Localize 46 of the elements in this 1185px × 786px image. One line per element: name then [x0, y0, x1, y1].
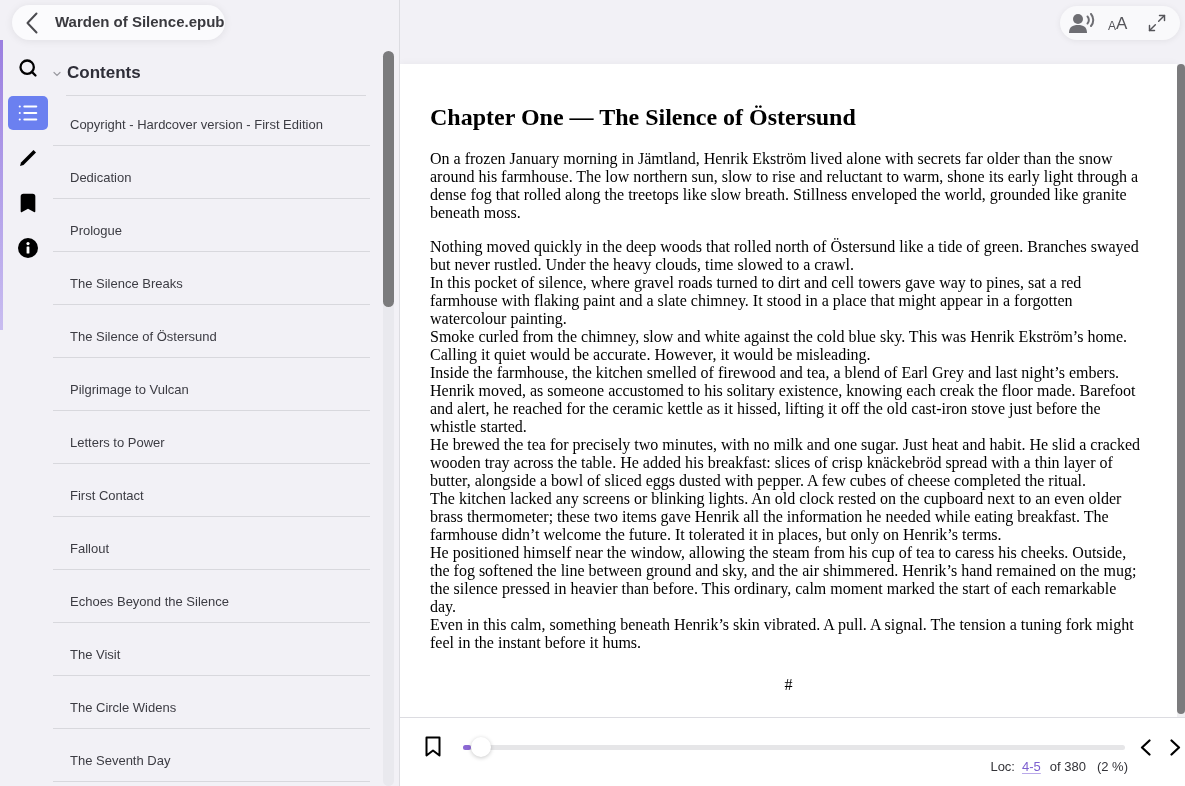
chevron-left-icon [26, 11, 38, 34]
paragraph: Even in this calm, something beneath Henrik’s skin vibrated. A pull. A signal. The tension a tuning fork might feel in the instant before it hums. [430, 616, 1135, 652]
toc-item[interactable]: The Silence Breaks [53, 252, 370, 305]
paragraph: He brewed the tea for precisely two minutes, with no milk and one sugar. Just heat and habit. He slid a cracked wooden tray across the table. He added his breakfast: slices of crisp knäckebröd spread with a thin layer of butter, alongside a bowl of sliced eggs dusted with pepper. A few cubes of cheese completed the ritual. [430, 436, 1141, 490]
paragraph: The kitchen lacked any screens or blinking lights. An old clock rested on the cupboard next to an even older brass thermometer; these two items gave Henrik all the information he needed while eating breakfast. The farmhouse didn’t welcome the future. It tolerated it in places, but only on Henrik’s terms. [430, 490, 1123, 544]
contents-button[interactable] [8, 96, 48, 130]
next-page-button[interactable] [1167, 737, 1183, 757]
font-size-button[interactable]: AA [1105, 10, 1131, 36]
location-total: of 380 [1049, 759, 1086, 775]
toc-item[interactable]: Letters to Power [53, 411, 370, 464]
paragraph: Nothing moved quickly in the deep woods that rolled north of Östersund like a tide of green. Branches swayed but never rustled. Under the heavy clouds, time slowed to a crawl. [430, 238, 1140, 274]
paragraph: Inside the farmhouse, the kitchen smelled of firewood and tea, a blend of Earl Grey and last night’s embers. Henrik moved, as someone accustomed to his solitary existence, knowing each creak the floor made. Barefoot and alert, he reached for the ceramic kettle as it hissed, lifting it off the old cast-iron stove just before the whistle started. [430, 364, 1137, 436]
toc-item[interactable]: Echoes Beyond the Silence [53, 570, 370, 623]
toc-item[interactable]: Fallout [53, 517, 370, 570]
location-percent: (2 %) [1096, 759, 1128, 775]
scene-break: # [784, 676, 793, 694]
paragraph: On a frozen January morning in Jämtland, Henrik Ekström lived alone with secrets far older than the snow around his farmhouse. The low northern sun, slow to rise and reluctant to warm, shone its early light through a dense fog that rolled along the treetops like slow breath. Stillness enveloped the world, grounded like granite beneath moss. [430, 150, 1139, 222]
bookmark-outline-icon [425, 735, 441, 757]
info-icon [18, 238, 38, 258]
scrollbar-thumb[interactable] [383, 51, 394, 307]
toc-item[interactable]: The Circle Widens [53, 676, 370, 729]
book-title: Warden of Silence.epub [55, 12, 225, 33]
bookmark-button[interactable] [424, 735, 442, 757]
expand-icon [1147, 13, 1168, 33]
location-label: Loc: [990, 759, 1015, 775]
read-aloud-button[interactable] [1068, 10, 1096, 36]
toc-item[interactable]: Dedication [53, 146, 370, 199]
toc-item[interactable]: First Contact [53, 464, 370, 517]
chevron-right-icon [1169, 738, 1181, 756]
contents-heading: Contents [67, 62, 141, 85]
search-icon [18, 58, 38, 78]
chapter-title: Chapter One — The Silence of Östersund [430, 103, 857, 131]
paragraph: Smoke curled from the chimney, slow and white against the cold blue sky. This was Henrik Ekström’s home. Calling it quiet would be accurate. However, it would be misleading. [430, 328, 1129, 364]
paragraph: He positioned himself near the window, allowing the steam from his cup of tea to caress his cheeks. Outside, the fog softened the line between ground and sky, and the air shimmered. Henrik’s hand remained on the mug; the silence pressed in heavier than before. This ordinary, calm moment marked the start of each remarkable day. [430, 544, 1138, 616]
toc-item[interactable]: The Seventh Day [53, 729, 370, 782]
toc-item[interactable]: Prologue [53, 199, 370, 252]
toc-item[interactable]: The Visit [53, 623, 370, 676]
chevron-left-icon [1139, 738, 1151, 756]
speaking-person-icon [1069, 13, 1095, 33]
toc-item[interactable]: Copyright - Hardcover version - First Edition [53, 93, 370, 146]
location-link[interactable]: 4-5 [1022, 759, 1041, 775]
pen-icon [19, 149, 37, 167]
toc-item[interactable]: Pilgrimage to Vulcan [53, 358, 370, 411]
paragraph: In this pocket of silence, where gravel roads turned to dirt and cell towers gave way to pines, sat a red farmhouse with flaking paint and a slate chimney. It stood in a place that might appear in a forgotten watercolour painting. [430, 274, 1083, 328]
toc-item[interactable]: The Silence of Östersund [53, 305, 370, 358]
slider-thumb[interactable] [471, 737, 492, 757]
